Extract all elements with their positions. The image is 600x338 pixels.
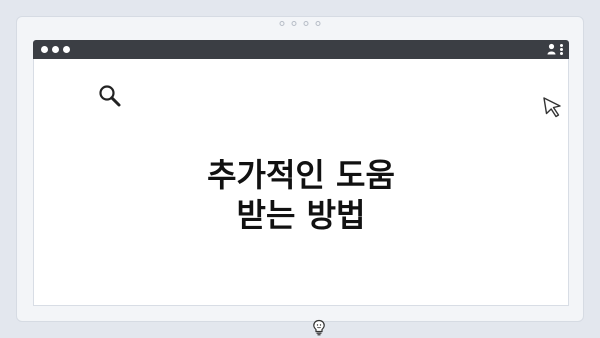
page-dot[interactable]	[279, 21, 285, 26]
maximize-dot-icon[interactable]	[63, 46, 70, 53]
content-area: 추가적인 도움 받는 방법	[33, 59, 569, 336]
browser-window: 추가적인 도움 받는 방법	[33, 40, 569, 336]
search-icon	[99, 85, 121, 107]
kebab-menu-icon[interactable]	[560, 43, 563, 55]
minimize-dot-icon[interactable]	[52, 46, 59, 53]
title-line-1: 추가적인 도움	[207, 156, 395, 194]
lightbulb-icon	[313, 319, 325, 336]
page-indicator	[279, 21, 321, 26]
page-dot[interactable]	[291, 21, 297, 26]
cursor-icon	[543, 97, 561, 118]
title-bar-actions	[547, 43, 563, 55]
title-bar	[33, 40, 569, 59]
user-icon[interactable]	[547, 43, 556, 55]
title-line-2: 받는 방법	[236, 196, 366, 234]
page-dot[interactable]	[315, 21, 321, 26]
close-dot-icon[interactable]	[41, 46, 48, 53]
card-frame: 추가적인 도움 받는 방법	[16, 16, 584, 336]
window-controls	[41, 46, 70, 53]
page-title: 추가적인 도움 받는 방법	[34, 155, 568, 235]
page-dot[interactable]	[303, 21, 309, 26]
